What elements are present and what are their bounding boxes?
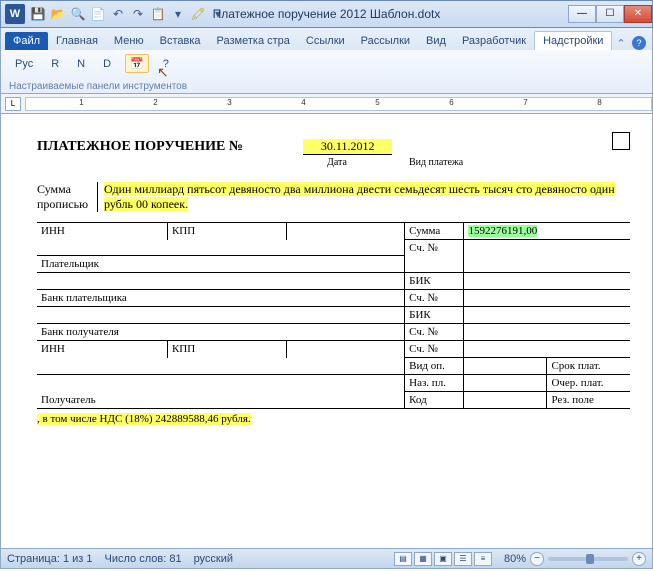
tab-developer[interactable]: Разработчик: [454, 32, 534, 50]
cell-nazpl: Наз. пл.: [405, 375, 464, 392]
cell-acct1: Сч. №: [405, 240, 464, 273]
close-button[interactable]: ✕: [624, 5, 652, 23]
addin-r-button[interactable]: R: [47, 56, 63, 72]
addin-help-button[interactable]: ?: [159, 56, 173, 72]
sum-words-label: Сумма прописью: [37, 182, 97, 212]
tab-addins[interactable]: Надстройки: [534, 31, 612, 50]
ribbon-body: Рус R N D 📅 ? ↖ Настраиваемые панели инс…: [0, 50, 653, 94]
view-buttons: ▤ ▦ ▣ ☰ ≡: [394, 552, 492, 566]
statusbar: Страница: 1 из 1 Число слов: 81 русский …: [0, 549, 653, 569]
cell-kpp2: КПП: [167, 341, 286, 358]
doc-checkbox: [612, 132, 630, 150]
zoom-out-button[interactable]: −: [530, 552, 544, 566]
view-outline[interactable]: ☰: [454, 552, 472, 566]
doc-date: 30.11.2012: [303, 139, 393, 155]
cell-vidop: Вид оп.: [405, 358, 464, 375]
cell-rez: Рез. поле: [547, 392, 630, 409]
sum-words-text: Один миллиард пятьсот девяносто два милл…: [97, 182, 630, 212]
cell-payer: Плательщик: [37, 256, 405, 273]
open-icon[interactable]: 📂: [49, 5, 67, 23]
tab-file[interactable]: Файл: [5, 32, 48, 50]
new-icon[interactable]: 📄: [89, 5, 107, 23]
view-web[interactable]: ▣: [434, 552, 452, 566]
ruler-numbers: 1 2 3 4 5 6 7 8 9 10 11 12 13 14: [26, 98, 652, 107]
zoom-slider[interactable]: [548, 557, 628, 561]
payment-form-table: ИНН КПП Сумма 1592276191,00 Сч. № Плател…: [37, 222, 630, 409]
doc-title: ПЛАТЕЖНОЕ ПОРУЧЕНИЕ №: [37, 139, 243, 155]
titlebar: W 💾 📂 🔍 📄 ↶ ↷ 📋 ▾ 🖍 ▾ Платежное поручени…: [0, 0, 653, 28]
vat-line: , в том числе НДС (18%) 242889588,46 руб…: [37, 413, 630, 425]
cell-sum-value: 1592276191,00: [464, 223, 630, 240]
tab-mailings[interactable]: Рассылки: [353, 32, 418, 50]
addin-d-button[interactable]: D: [99, 56, 115, 72]
preview-icon[interactable]: 🔍: [69, 5, 87, 23]
window-controls: — ☐ ✕: [568, 6, 652, 23]
status-words[interactable]: Число слов: 81: [105, 553, 182, 565]
highlight-icon[interactable]: 🖍: [189, 5, 207, 23]
help-icon[interactable]: ?: [632, 36, 646, 50]
cell-ocher: Очер. плат.: [547, 375, 630, 392]
window-title: Платежное поручение 2012 Шаблон.dotx: [213, 7, 441, 21]
cell-acct2: Сч. №: [405, 290, 464, 307]
minimize-ribbon-icon[interactable]: ⌃: [614, 36, 628, 50]
cell-sum-label: Сумма: [405, 223, 464, 240]
addin-rus-button[interactable]: Рус: [11, 56, 37, 72]
cell-acct4: Сч. №: [405, 341, 464, 358]
cell-recip-bank: Банк получателя: [37, 324, 405, 341]
tab-selector[interactable]: L: [5, 97, 21, 111]
tab-insert[interactable]: Вставка: [152, 32, 209, 50]
qat-more-icon[interactable]: ▾: [169, 5, 187, 23]
cell-inn2: ИНН: [37, 341, 167, 358]
save-icon[interactable]: 💾: [29, 5, 47, 23]
ribbon-tabs: Файл Главная Меню Вставка Разметка стра …: [0, 28, 653, 50]
addin-numword-button[interactable]: 📅: [125, 54, 149, 73]
cell-srok: Срок плат.: [547, 358, 630, 375]
paste-icon[interactable]: 📋: [149, 5, 167, 23]
tab-view[interactable]: Вид: [418, 32, 454, 50]
word-app-icon: W: [5, 4, 25, 24]
tab-layout[interactable]: Разметка стра: [209, 32, 298, 50]
zoom-control: 80% − +: [504, 552, 646, 566]
ruler-row: L 1 2 3 4 5 6 7 8 9 10 11 12 13 14: [0, 94, 653, 114]
view-full-read[interactable]: ▦: [414, 552, 432, 566]
document-area[interactable]: ПЛАТЕЖНОЕ ПОРУЧЕНИЕ № 30.11.2012 Дата Ви…: [0, 114, 653, 549]
cell-kod: Код: [405, 392, 464, 409]
cell-bik2: БИК: [405, 307, 464, 324]
ribbon-group-label: Настраиваемые панели инструментов: [9, 81, 187, 92]
cell-kpp: КПП: [167, 223, 286, 240]
quick-access-toolbar: 💾 📂 🔍 📄 ↶ ↷ 📋 ▾ 🖍 ▾: [29, 5, 227, 23]
cell-acct3: Сч. №: [405, 324, 464, 341]
status-lang[interactable]: русский: [194, 553, 233, 565]
cell-inn: ИНН: [37, 223, 167, 240]
view-print-layout[interactable]: ▤: [394, 552, 412, 566]
tab-menu[interactable]: Меню: [106, 32, 152, 50]
addin-n-button[interactable]: N: [73, 56, 89, 72]
minimize-button[interactable]: —: [568, 5, 596, 23]
zoom-in-button[interactable]: +: [632, 552, 646, 566]
redo-icon[interactable]: ↷: [129, 5, 147, 23]
view-draft[interactable]: ≡: [474, 552, 492, 566]
date-label: Дата: [327, 157, 347, 168]
maximize-button[interactable]: ☐: [596, 5, 624, 23]
horizontal-ruler[interactable]: 1 2 3 4 5 6 7 8 9 10 11 12 13 14: [25, 97, 652, 111]
document-page: ПЛАТЕЖНОЕ ПОРУЧЕНИЕ № 30.11.2012 Дата Ви…: [1, 114, 652, 433]
zoom-thumb[interactable]: [586, 554, 594, 564]
status-page[interactable]: Страница: 1 из 1: [7, 553, 93, 565]
tab-home[interactable]: Главная: [48, 32, 106, 50]
cell-payer-bank: Банк плательщика: [37, 290, 405, 307]
cell-recipient: Получатель: [37, 375, 405, 409]
undo-icon[interactable]: ↶: [109, 5, 127, 23]
cell-bik1: БИК: [405, 273, 464, 290]
zoom-value[interactable]: 80%: [504, 553, 526, 565]
tab-references[interactable]: Ссылки: [298, 32, 353, 50]
payment-type-label: Вид платежа: [409, 157, 463, 168]
